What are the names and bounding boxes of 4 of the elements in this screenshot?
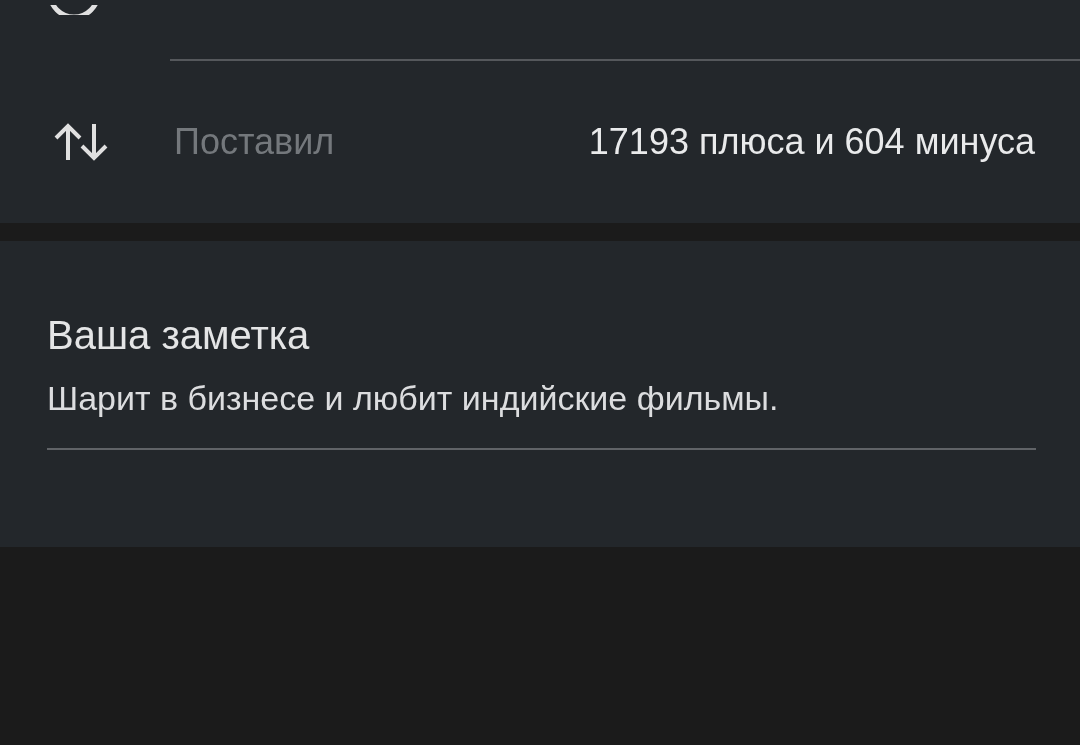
stat-label: Поставил (174, 120, 335, 164)
stat-value: 17193 плюса и 604 минуса (588, 120, 1035, 164)
note-input[interactable]: Шарит в бизнесе и любит индийские фильмы. (47, 373, 1036, 424)
note-label: Ваша заметка (47, 312, 311, 359)
